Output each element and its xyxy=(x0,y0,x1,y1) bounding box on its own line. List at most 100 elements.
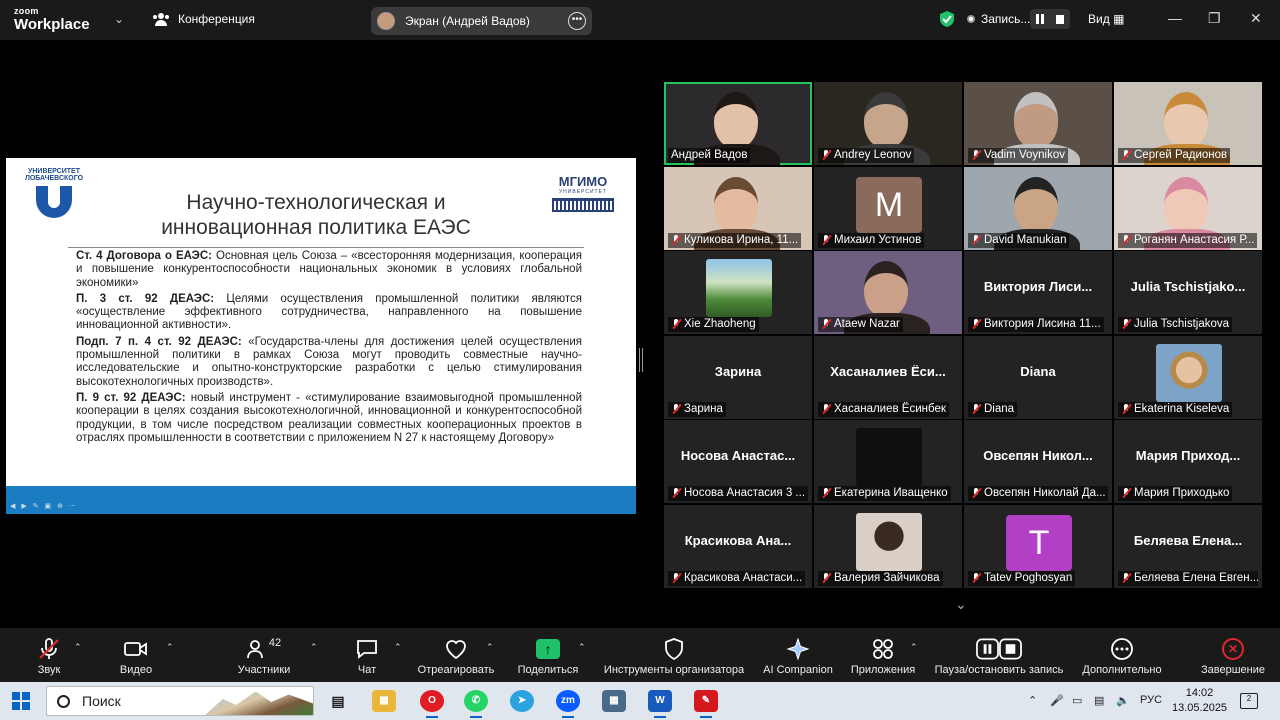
taskbar-search[interactable]: Поиск xyxy=(46,686,314,716)
pause-stop-recording-button[interactable]: Пауза/остановить запись xyxy=(930,636,1068,676)
minimize-icon[interactable]: — xyxy=(1168,10,1182,26)
microphone-icon[interactable]: 🎤 xyxy=(1050,694,1064,707)
participant-tile[interactable]: Красикова Ана... Красикова Анастаси... xyxy=(664,505,812,588)
meeting-info-button[interactable]: Конференция xyxy=(152,12,255,26)
mic-muted-icon xyxy=(821,235,831,246)
participant-tile[interactable]: Julia Tschistjako... Julia Tschistjakova xyxy=(1114,251,1262,334)
participant-tile[interactable]: Андрей Вадов xyxy=(664,82,812,165)
participant-gallery: Андрей Вадов Andrey Leonov Vadim Voynikov С… xyxy=(664,82,1264,588)
encryption-shield-icon[interactable] xyxy=(938,10,956,28)
share-options-caret-icon[interactable]: ⌃ xyxy=(578,642,586,653)
windows-start-icon[interactable] xyxy=(12,692,30,710)
screen-share-indicator[interactable]: Экран (Андрей Вадов) ••• xyxy=(371,7,592,35)
participant-tile[interactable]: Носова Анастас... Носова Анастасия 3 ... xyxy=(664,420,812,503)
participant-tile[interactable]: Валерия Зайчикова xyxy=(814,505,962,588)
mic-muted-icon xyxy=(971,235,981,246)
volume-icon[interactable]: 🔈 xyxy=(1116,694,1130,707)
mic-muted-icon xyxy=(971,488,981,499)
participant-tile[interactable]: Екатерина Иващенко xyxy=(814,420,962,503)
participant-tile[interactable]: Овсепян Никол... Овсепян Николай Да... xyxy=(964,420,1112,503)
participants-icon xyxy=(246,640,263,659)
participant-name: Андрей Вадов xyxy=(671,149,748,161)
network-icon[interactable]: ▤ xyxy=(1094,694,1104,707)
participants-options-caret-icon[interactable]: ⌃ xyxy=(310,642,318,653)
chevron-down-icon[interactable]: ⌄ xyxy=(114,12,124,26)
share-button[interactable]: ↑ Поделиться xyxy=(514,636,582,676)
chat-button[interactable]: Чат xyxy=(348,636,386,676)
participant-tile[interactable]: Сергей Радионов xyxy=(1114,82,1262,165)
participant-tile[interactable]: Роганян Анастасия Р... xyxy=(1114,167,1262,250)
view-button[interactable]: Вид ▦ xyxy=(1088,12,1124,26)
sparkle-icon xyxy=(786,638,810,660)
zoom-icon[interactable]: zm xyxy=(556,690,580,718)
participant-tile[interactable]: Зарина Зарина xyxy=(664,336,812,419)
mic-muted-icon xyxy=(671,404,681,415)
participant-tile[interactable]: Куликова Ирина, 11... xyxy=(664,167,812,250)
participant-name: Михаил Устинов xyxy=(834,234,922,246)
audio-button[interactable]: Звук xyxy=(30,636,68,676)
chat-options-caret-icon[interactable]: ⌃ xyxy=(394,642,402,653)
ai-companion-button[interactable]: AI Companion xyxy=(760,636,836,676)
tray-chevron-icon[interactable]: ⌃ xyxy=(1028,694,1037,707)
language-indicator[interactable]: РУС xyxy=(1140,694,1162,706)
share-arrow-icon: ↑ xyxy=(536,639,560,659)
apps-button[interactable]: Приложения xyxy=(846,636,920,676)
participant-name: Куликова Ирина, 11... xyxy=(684,234,799,246)
participant-name-label: Носова Анастасия 3 ... xyxy=(668,486,808,501)
more-button[interactable]: Дополнительно xyxy=(1078,636,1166,676)
pause-recording-icon[interactable] xyxy=(1036,14,1044,24)
participant-tile[interactable]: Vadim Voynikov xyxy=(964,82,1112,165)
participant-tile[interactable]: Diana Diana xyxy=(964,336,1112,419)
more-icon xyxy=(1111,638,1133,660)
host-tools-button[interactable]: Инструменты организатора xyxy=(600,636,748,676)
participant-tile[interactable]: T Tatev Poghosyan xyxy=(964,505,1112,588)
participant-tile[interactable]: Беляева Елена... Беляева Елена Евген... xyxy=(1114,505,1262,588)
word-icon[interactable]: W xyxy=(648,690,672,718)
participant-name-label: Андрей Вадов xyxy=(668,148,751,163)
apps-options-caret-icon[interactable]: ⌃ xyxy=(910,642,918,653)
notifications-icon[interactable]: 2 xyxy=(1240,693,1258,709)
more-icon[interactable]: ••• xyxy=(568,12,586,30)
mic-muted-icon xyxy=(1121,404,1131,415)
calculator-icon[interactable]: ▦ xyxy=(602,690,626,712)
participant-tile[interactable]: Мария Приход... Мария Приходько xyxy=(1114,420,1262,503)
chevron-down-icon[interactable]: ⌄ xyxy=(955,596,967,613)
end-meeting-button[interactable]: ✕ Завершение xyxy=(1198,636,1268,676)
participant-tile[interactable]: Ekaterina Kiseleva xyxy=(1114,336,1262,419)
whatsapp-icon[interactable]: ✆ xyxy=(464,690,488,718)
participant-name-label: Роганян Анастасия Р... xyxy=(1118,233,1258,248)
file-explorer-icon[interactable]: ▦ xyxy=(372,690,396,712)
search-placeholder: Поиск xyxy=(82,693,121,709)
pdf-reader-icon[interactable]: ✎ xyxy=(694,690,718,718)
participant-tile[interactable]: Xie Zhaoheng xyxy=(664,251,812,334)
participant-display-name: Носова Анастас... xyxy=(680,448,796,463)
telegram-icon[interactable]: ➤ xyxy=(510,690,534,712)
camera-icon xyxy=(124,642,147,656)
stop-recording-icon[interactable] xyxy=(1056,14,1064,24)
participant-tile[interactable]: David Manukian xyxy=(964,167,1112,250)
clock[interactable]: 14:02 13.05.2025 xyxy=(1172,686,1227,716)
battery-icon[interactable]: ▭ xyxy=(1072,694,1082,707)
split-handle[interactable] xyxy=(639,348,643,372)
restore-icon[interactable]: ❐ xyxy=(1208,10,1221,27)
participant-tile[interactable]: Виктория Лиси... Виктория Лисина 11... xyxy=(964,251,1112,334)
task-view-icon[interactable]: ▤ xyxy=(326,690,350,712)
participant-tile[interactable]: Хасаналиев Ёси... Хасаналиев Ёсинбек xyxy=(814,336,962,419)
mic-muted-icon xyxy=(1121,150,1131,161)
react-options-caret-icon[interactable]: ⌃ xyxy=(486,642,494,653)
participant-name: Vadim Voynikov xyxy=(984,149,1065,161)
shared-screen[interactable]: УНИВЕРСИТЕТ ЛОБАЧЕВСКОГО МГИМО УНИВЕРСИТ… xyxy=(6,158,636,514)
participant-profile-picture xyxy=(706,259,772,317)
close-icon[interactable]: ✕ xyxy=(1250,10,1262,27)
participants-button[interactable]: 42 Участники xyxy=(232,636,296,676)
opera-icon[interactable]: O xyxy=(420,690,444,718)
video-button[interactable]: Видео xyxy=(116,636,156,676)
pause-stop-icon xyxy=(976,638,1022,660)
participant-tile[interactable]: Ataew Nazar xyxy=(814,251,962,334)
video-options-caret-icon[interactable]: ⌃ xyxy=(166,642,174,653)
participant-tile[interactable]: Andrey Leonov xyxy=(814,82,962,165)
participant-name-label: Ekaterina Kiseleva xyxy=(1118,402,1233,417)
participant-tile[interactable]: M Михаил Устинов xyxy=(814,167,962,250)
audio-options-caret-icon[interactable]: ⌃ xyxy=(74,642,82,653)
slideshow-controls[interactable]: ◀ ▶ ✎ ▣ ⊕ ⋯ xyxy=(10,502,78,510)
